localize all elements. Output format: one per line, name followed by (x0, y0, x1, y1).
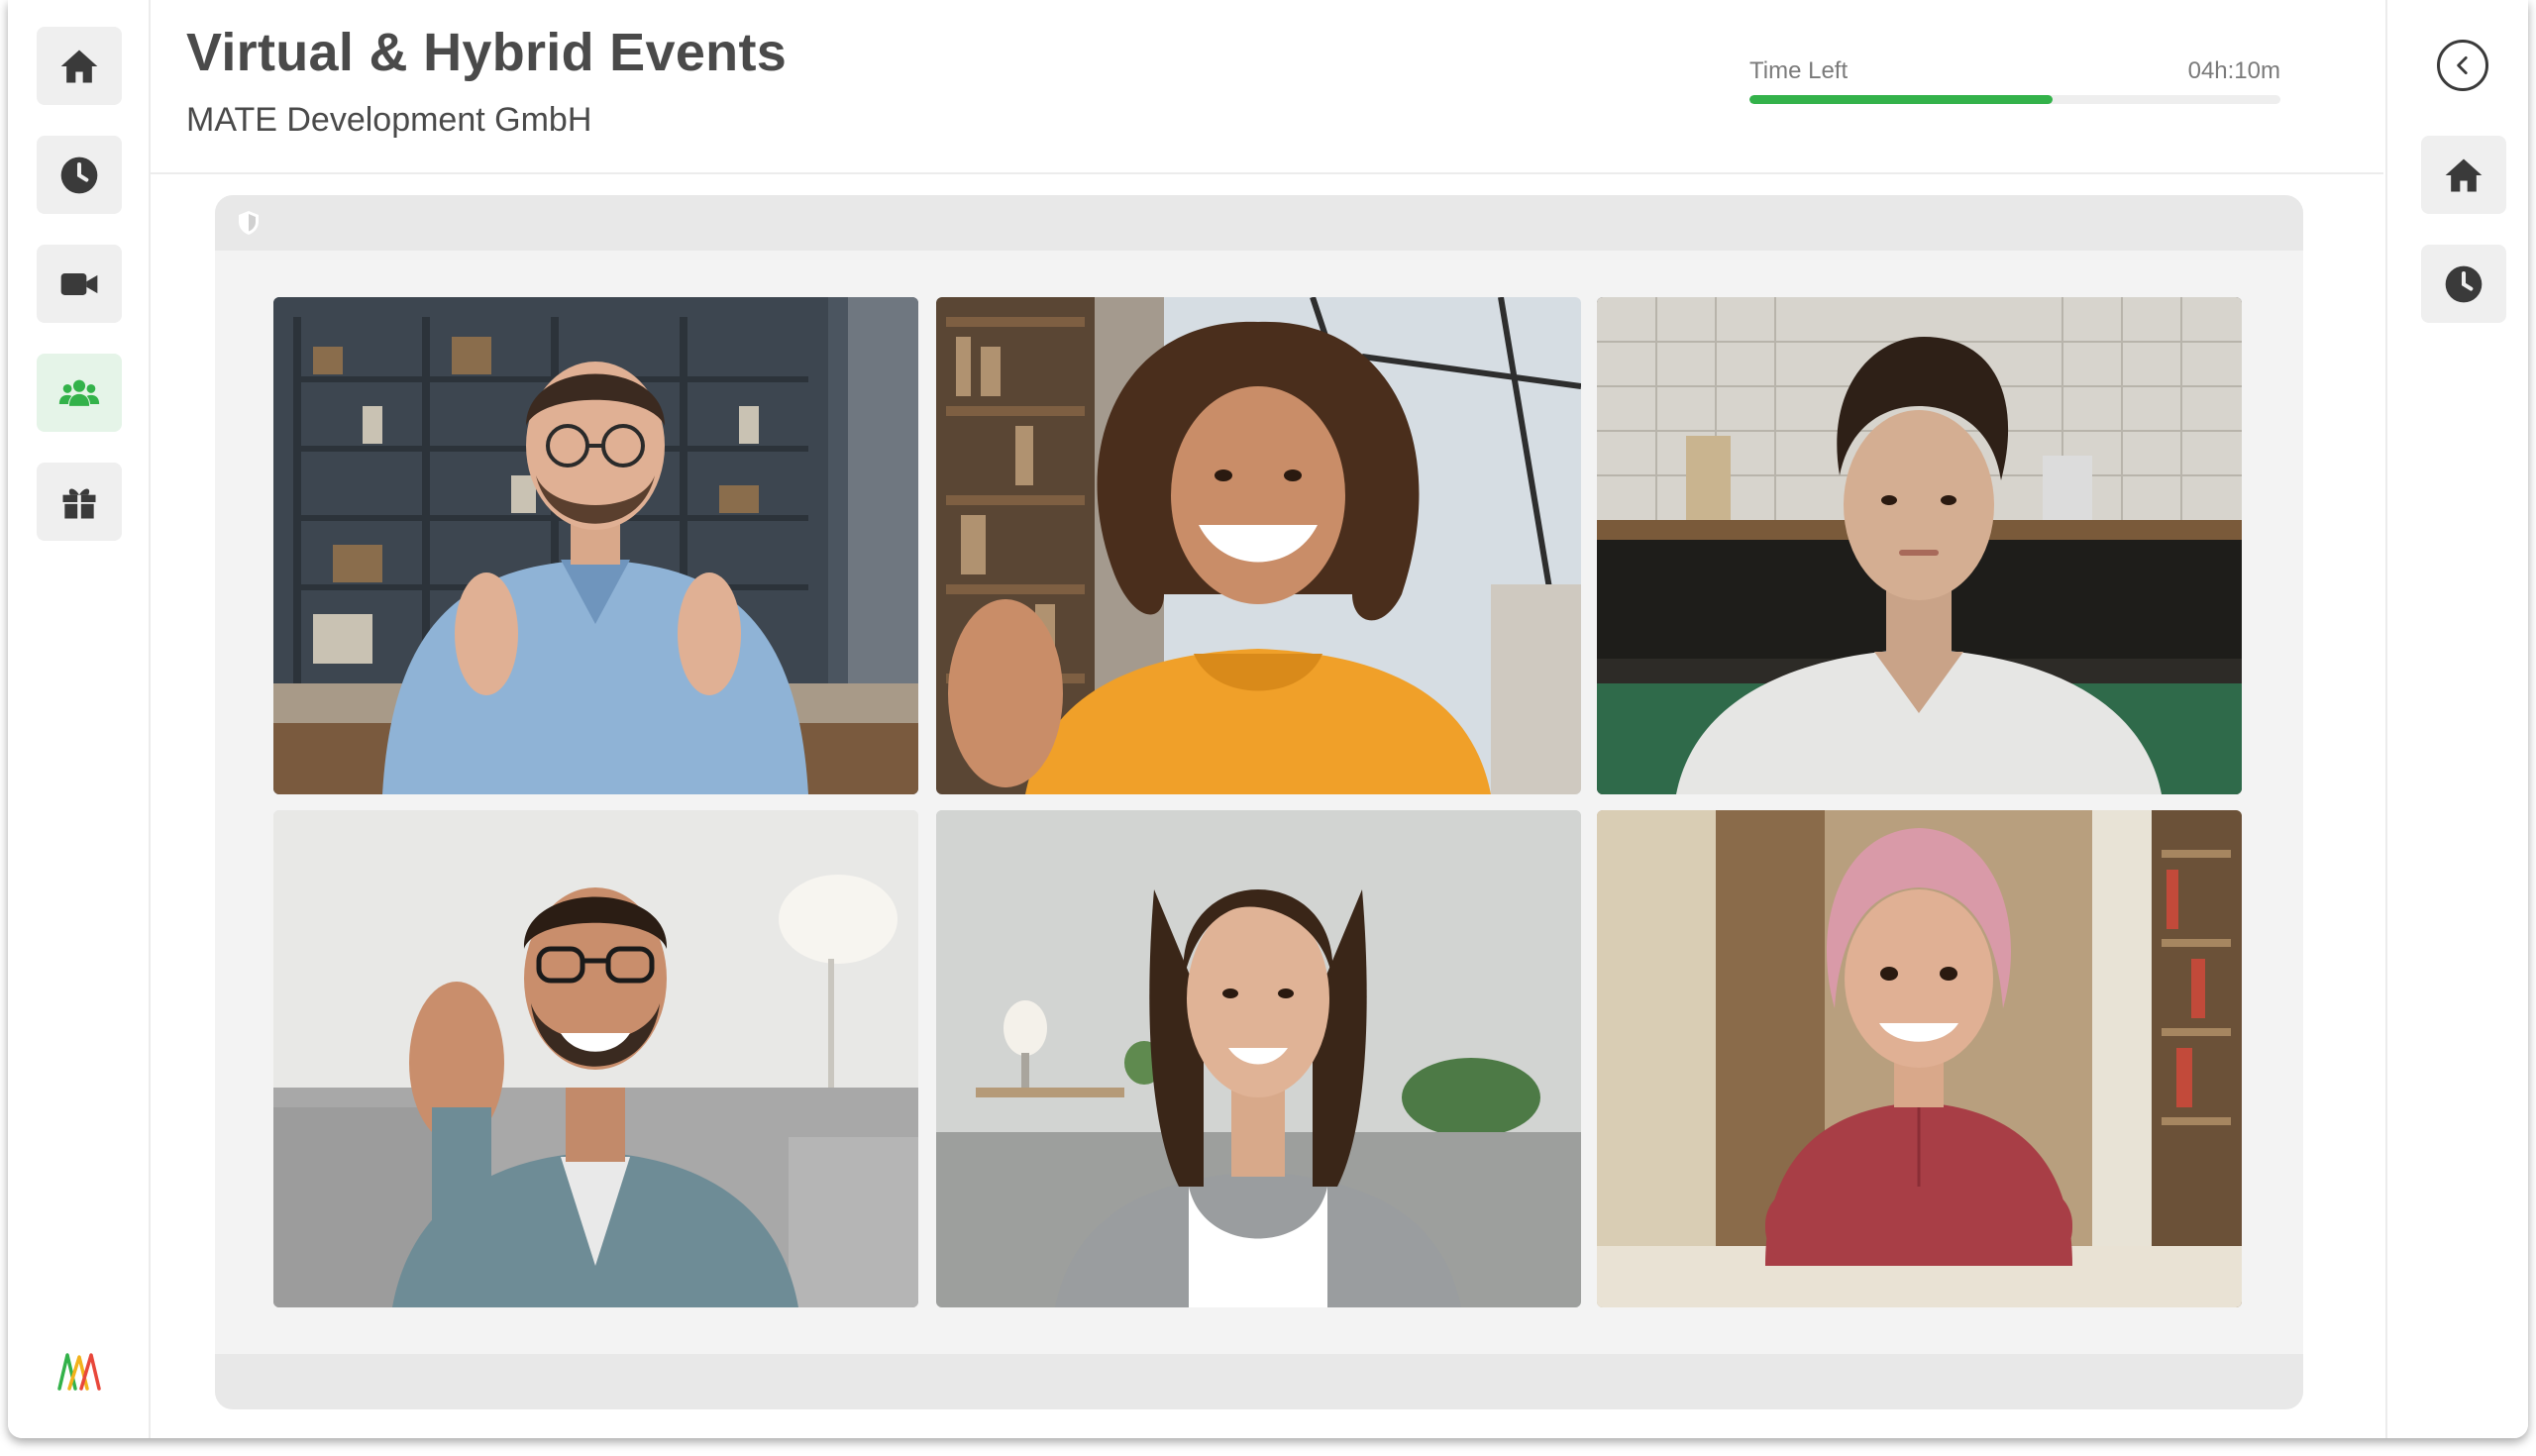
nav-gifts-button[interactable] (37, 463, 122, 541)
app-window: Virtual & Hybrid Events MATE Development… (8, 0, 2528, 1438)
time-left-value: 04h:10m (2187, 57, 2280, 84)
mate-logo (57, 1353, 101, 1391)
users-icon (58, 379, 100, 406)
video-stage (215, 195, 2303, 1409)
participant-video-tile[interactable] (1597, 810, 2242, 1307)
participant-video-1 (273, 297, 918, 794)
right-sidebar (2385, 0, 2528, 1438)
video-camera-icon (60, 272, 98, 295)
page-title: Virtual & Hybrid Events (186, 23, 788, 82)
organization-name: MATE Development GmbH (186, 101, 592, 139)
participant-video-tile[interactable] (273, 297, 918, 794)
participant-video-tile[interactable] (273, 810, 918, 1307)
participant-video-6 (1597, 810, 2242, 1307)
header: Virtual & Hybrid Events MATE Development… (151, 0, 2383, 174)
nav-schedule-button[interactable] (37, 136, 122, 214)
right-nav-schedule-button[interactable] (2421, 245, 2506, 323)
clock-icon (60, 156, 98, 193)
home-icon (2445, 158, 2483, 191)
gift-icon (62, 487, 96, 518)
video-grid (273, 297, 2245, 1307)
participant-video-2 (936, 297, 1581, 794)
shield-icon (239, 211, 259, 235)
clock-icon (2445, 265, 2483, 302)
stage-top-bar (215, 195, 2303, 251)
time-left-label: Time Left (1749, 57, 1849, 84)
collapse-sidebar-button[interactable] (2437, 40, 2488, 91)
nav-home-button[interactable] (37, 27, 122, 105)
participant-video-4 (273, 810, 918, 1307)
chevron-left-icon (2457, 56, 2468, 74)
left-sidebar (8, 0, 151, 1438)
home-icon (60, 50, 98, 82)
participant-video-5 (936, 810, 1581, 1307)
participant-video-tile[interactable] (936, 297, 1581, 794)
stage-bottom-bar (215, 1354, 2303, 1409)
nav-participants-button[interactable] (37, 354, 122, 432)
time-left-progress-fill (1749, 95, 2053, 104)
participant-video-tile[interactable] (1597, 297, 2242, 794)
time-left-progress-track (1749, 95, 2280, 104)
nav-video-button[interactable] (37, 245, 122, 323)
participant-video-tile[interactable] (936, 810, 1581, 1307)
participant-video-3 (1597, 297, 2242, 794)
right-nav-home-button[interactable] (2421, 136, 2506, 214)
